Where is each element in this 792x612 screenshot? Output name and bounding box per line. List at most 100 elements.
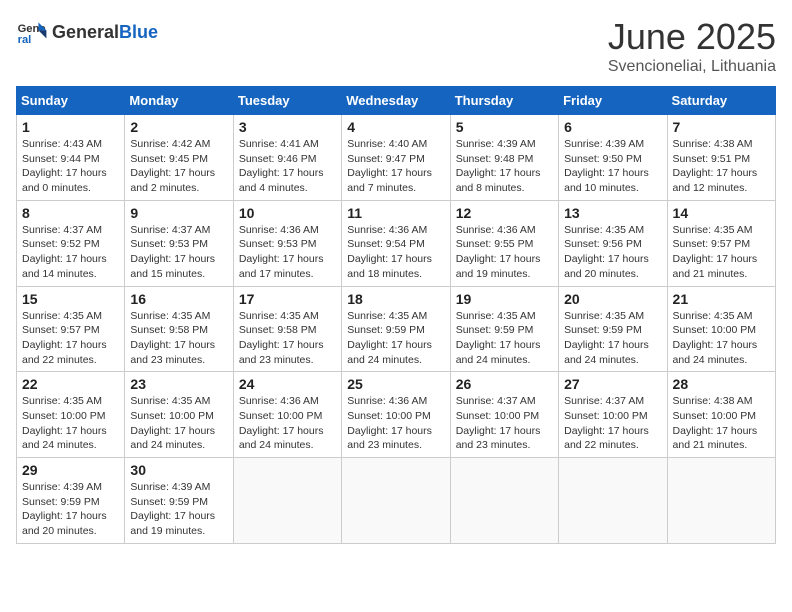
day-info: Sunrise: 4:36 AM Sunset: 9:54 PM Dayligh… xyxy=(347,223,444,282)
day-cell: 22 Sunrise: 4:35 AM Sunset: 10:00 PM Day… xyxy=(17,372,125,458)
day-info: Sunrise: 4:36 AM Sunset: 9:53 PM Dayligh… xyxy=(239,223,336,282)
sunrise-label: Sunrise: 4:35 AM xyxy=(564,224,644,236)
daylight-label: Daylight: 17 hours and 24 minutes. xyxy=(347,339,432,366)
logo-text: GeneralBlue xyxy=(52,22,158,43)
sunset-label: Sunset: 9:50 PM xyxy=(564,153,642,165)
sunset-label: Sunset: 10:00 PM xyxy=(564,410,647,422)
location-title: Svencioneliai, Lithuania xyxy=(608,58,776,76)
day-info: Sunrise: 4:39 AM Sunset: 9:50 PM Dayligh… xyxy=(564,137,661,196)
day-info: Sunrise: 4:40 AM Sunset: 9:47 PM Dayligh… xyxy=(347,137,444,196)
week-row-5: 29 Sunrise: 4:39 AM Sunset: 9:59 PM Dayl… xyxy=(17,458,776,544)
day-info: Sunrise: 4:36 AM Sunset: 10:00 PM Daylig… xyxy=(239,394,336,453)
day-number: 2 xyxy=(130,119,227,135)
day-cell xyxy=(450,458,558,544)
day-info: Sunrise: 4:41 AM Sunset: 9:46 PM Dayligh… xyxy=(239,137,336,196)
sunset-label: Sunset: 10:00 PM xyxy=(130,410,213,422)
day-info: Sunrise: 4:35 AM Sunset: 10:00 PM Daylig… xyxy=(130,394,227,453)
day-number: 28 xyxy=(673,376,770,392)
day-cell: 8 Sunrise: 4:37 AM Sunset: 9:52 PM Dayli… xyxy=(17,200,125,286)
sunset-label: Sunset: 9:57 PM xyxy=(22,324,100,336)
sunset-label: Sunset: 9:57 PM xyxy=(673,238,751,250)
day-cell: 24 Sunrise: 4:36 AM Sunset: 10:00 PM Day… xyxy=(233,372,341,458)
day-number: 22 xyxy=(22,376,119,392)
day-info: Sunrise: 4:35 AM Sunset: 9:59 PM Dayligh… xyxy=(347,309,444,368)
day-cell: 27 Sunrise: 4:37 AM Sunset: 10:00 PM Day… xyxy=(559,372,667,458)
sunrise-label: Sunrise: 4:37 AM xyxy=(456,395,536,407)
day-cell: 4 Sunrise: 4:40 AM Sunset: 9:47 PM Dayli… xyxy=(342,115,450,201)
daylight-label: Daylight: 17 hours and 2 minutes. xyxy=(130,167,215,194)
day-cell: 28 Sunrise: 4:38 AM Sunset: 10:00 PM Day… xyxy=(667,372,775,458)
sunset-label: Sunset: 10:00 PM xyxy=(22,410,105,422)
day-info: Sunrise: 4:39 AM Sunset: 9:59 PM Dayligh… xyxy=(130,480,227,539)
logo: Gene ral GeneralBlue xyxy=(16,16,158,48)
logo-general: General xyxy=(52,22,119,43)
header-sunday: Sunday xyxy=(17,87,125,115)
day-cell: 30 Sunrise: 4:39 AM Sunset: 9:59 PM Dayl… xyxy=(125,458,233,544)
day-info: Sunrise: 4:37 AM Sunset: 9:53 PM Dayligh… xyxy=(130,223,227,282)
daylight-label: Daylight: 17 hours and 21 minutes. xyxy=(673,425,758,452)
week-row-3: 15 Sunrise: 4:35 AM Sunset: 9:57 PM Dayl… xyxy=(17,286,776,372)
day-info: Sunrise: 4:35 AM Sunset: 9:57 PM Dayligh… xyxy=(22,309,119,368)
sunset-label: Sunset: 9:59 PM xyxy=(22,496,100,508)
day-cell: 29 Sunrise: 4:39 AM Sunset: 9:59 PM Dayl… xyxy=(17,458,125,544)
day-number: 19 xyxy=(456,291,553,307)
sunrise-label: Sunrise: 4:39 AM xyxy=(130,481,210,493)
daylight-label: Daylight: 17 hours and 23 minutes. xyxy=(130,339,215,366)
day-cell: 18 Sunrise: 4:35 AM Sunset: 9:59 PM Dayl… xyxy=(342,286,450,372)
day-number: 17 xyxy=(239,291,336,307)
sunrise-label: Sunrise: 4:36 AM xyxy=(347,395,427,407)
day-cell: 12 Sunrise: 4:36 AM Sunset: 9:55 PM Dayl… xyxy=(450,200,558,286)
sunrise-label: Sunrise: 4:38 AM xyxy=(673,395,753,407)
header-tuesday: Tuesday xyxy=(233,87,341,115)
daylight-label: Daylight: 17 hours and 21 minutes. xyxy=(673,253,758,280)
day-number: 7 xyxy=(673,119,770,135)
daylight-label: Daylight: 17 hours and 17 minutes. xyxy=(239,253,324,280)
day-info: Sunrise: 4:35 AM Sunset: 10:00 PM Daylig… xyxy=(22,394,119,453)
day-number: 18 xyxy=(347,291,444,307)
day-number: 24 xyxy=(239,376,336,392)
day-number: 10 xyxy=(239,205,336,221)
sunrise-label: Sunrise: 4:36 AM xyxy=(456,224,536,236)
day-number: 14 xyxy=(673,205,770,221)
day-cell: 6 Sunrise: 4:39 AM Sunset: 9:50 PM Dayli… xyxy=(559,115,667,201)
sunrise-label: Sunrise: 4:35 AM xyxy=(130,395,210,407)
day-cell: 1 Sunrise: 4:43 AM Sunset: 9:44 PM Dayli… xyxy=(17,115,125,201)
header-saturday: Saturday xyxy=(667,87,775,115)
logo-icon: Gene ral xyxy=(16,16,48,48)
sunset-label: Sunset: 10:00 PM xyxy=(673,324,756,336)
day-info: Sunrise: 4:36 AM Sunset: 9:55 PM Dayligh… xyxy=(456,223,553,282)
day-number: 13 xyxy=(564,205,661,221)
sunset-label: Sunset: 10:00 PM xyxy=(347,410,430,422)
day-info: Sunrise: 4:43 AM Sunset: 9:44 PM Dayligh… xyxy=(22,137,119,196)
day-info: Sunrise: 4:35 AM Sunset: 9:57 PM Dayligh… xyxy=(673,223,770,282)
week-row-1: 1 Sunrise: 4:43 AM Sunset: 9:44 PM Dayli… xyxy=(17,115,776,201)
day-cell: 14 Sunrise: 4:35 AM Sunset: 9:57 PM Dayl… xyxy=(667,200,775,286)
day-number: 8 xyxy=(22,205,119,221)
day-info: Sunrise: 4:38 AM Sunset: 9:51 PM Dayligh… xyxy=(673,137,770,196)
logo-blue: Blue xyxy=(119,22,158,43)
day-info: Sunrise: 4:37 AM Sunset: 9:52 PM Dayligh… xyxy=(22,223,119,282)
day-info: Sunrise: 4:37 AM Sunset: 10:00 PM Daylig… xyxy=(456,394,553,453)
day-cell: 26 Sunrise: 4:37 AM Sunset: 10:00 PM Day… xyxy=(450,372,558,458)
day-cell xyxy=(342,458,450,544)
day-number: 4 xyxy=(347,119,444,135)
day-info: Sunrise: 4:42 AM Sunset: 9:45 PM Dayligh… xyxy=(130,137,227,196)
sunrise-label: Sunrise: 4:41 AM xyxy=(239,138,319,150)
daylight-label: Daylight: 17 hours and 23 minutes. xyxy=(347,425,432,452)
sunrise-label: Sunrise: 4:40 AM xyxy=(347,138,427,150)
daylight-label: Daylight: 17 hours and 7 minutes. xyxy=(347,167,432,194)
sunrise-label: Sunrise: 4:37 AM xyxy=(22,224,102,236)
day-cell xyxy=(667,458,775,544)
day-info: Sunrise: 4:35 AM Sunset: 9:59 PM Dayligh… xyxy=(564,309,661,368)
day-cell: 20 Sunrise: 4:35 AM Sunset: 9:59 PM Dayl… xyxy=(559,286,667,372)
sunrise-label: Sunrise: 4:43 AM xyxy=(22,138,102,150)
svg-text:ral: ral xyxy=(18,34,32,46)
sunset-label: Sunset: 9:46 PM xyxy=(239,153,317,165)
day-cell: 16 Sunrise: 4:35 AM Sunset: 9:58 PM Dayl… xyxy=(125,286,233,372)
day-cell: 2 Sunrise: 4:42 AM Sunset: 9:45 PM Dayli… xyxy=(125,115,233,201)
sunrise-label: Sunrise: 4:39 AM xyxy=(22,481,102,493)
day-info: Sunrise: 4:35 AM Sunset: 9:58 PM Dayligh… xyxy=(239,309,336,368)
sunset-label: Sunset: 9:51 PM xyxy=(673,153,751,165)
daylight-label: Daylight: 17 hours and 20 minutes. xyxy=(564,253,649,280)
day-cell xyxy=(233,458,341,544)
